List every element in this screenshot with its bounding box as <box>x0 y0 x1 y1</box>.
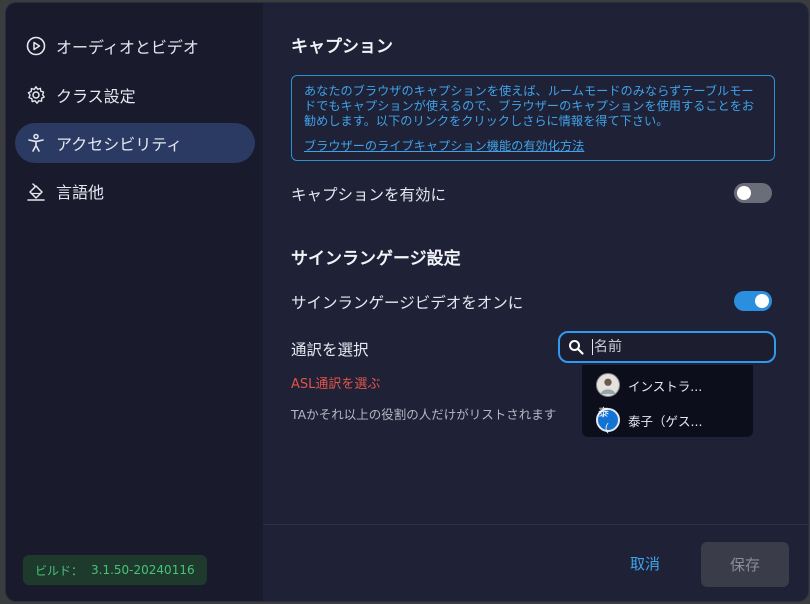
language-icon <box>26 181 46 201</box>
sign-language-heading: サインランゲージ設定 <box>291 249 461 269</box>
gear-icon <box>26 85 46 105</box>
interpreter-select-label: 通訳を選択 <box>291 341 369 359</box>
dialog-footer: 取消 保存 <box>263 524 808 601</box>
sidebar-item-label: アクセシビリティ <box>56 135 183 154</box>
sidebar-item-label: オーディオとビデオ <box>56 38 199 57</box>
interpreter-option-name: インストラ... <box>628 378 703 394</box>
build-badge: ビルド： 3.1.50-20240116 <box>23 555 207 585</box>
sidebar-item-accessibility[interactable]: アクセシビリティ <box>15 123 255 163</box>
avatar: 泰（ <box>596 406 620 435</box>
sidebar: オーディオとビデオ クラス設定 アクセシビリティ 言語他 ビルド： 3.1.50… <box>6 3 263 601</box>
cancel-button[interactable]: 取消 <box>615 545 675 581</box>
play-circle-icon <box>26 36 46 56</box>
interpreter-search-input[interactable] <box>592 339 754 355</box>
build-version: 3.1.50-20240116 <box>91 563 195 577</box>
interpreter-option-name: 泰子（ゲス... <box>628 413 703 429</box>
build-label: ビルド： <box>35 563 84 578</box>
search-icon <box>569 340 584 355</box>
user-photo-icon <box>600 378 616 395</box>
asl-interpreter-link[interactable]: ASL通訳を選ぶ <box>291 373 380 392</box>
avatar <box>596 373 620 397</box>
toggle-knob <box>755 294 769 308</box>
sidebar-item-label: クラス設定 <box>56 87 136 106</box>
interpreter-option[interactable]: インストラ... <box>596 372 702 398</box>
accessibility-icon <box>26 133 46 153</box>
interpreter-search[interactable] <box>558 331 776 363</box>
sign-language-video-toggle[interactable] <box>734 291 772 311</box>
toggle-knob <box>737 186 751 200</box>
enable-caption-toggle[interactable] <box>734 183 772 203</box>
sign-language-video-label: サインランゲージビデオをオンに <box>291 294 524 312</box>
sidebar-item-audio-video[interactable]: オーディオとビデオ <box>15 26 255 66</box>
interpreter-option[interactable]: 泰（ 泰子（ゲス... <box>596 406 703 435</box>
caption-info-box: あなたのブラウザのキャプションを使えば、ルームモードのみならずテーブルモードでも… <box>291 75 775 161</box>
caption-info-text: あなたのブラウザのキャプションを使えば、ルームモードのみならずテーブルモードでも… <box>304 84 755 128</box>
enable-caption-label: キャプションを有効に <box>291 186 447 204</box>
settings-dialog: オーディオとビデオ クラス設定 アクセシビリティ 言語他 ビルド： 3.1.50… <box>6 3 808 601</box>
interpreter-dropdown: インストラ... 泰（ 泰子（ゲス... <box>582 365 753 437</box>
interpreter-hint: TAかそれ以上の役割の人だけがリストされます <box>291 407 557 422</box>
sidebar-item-language[interactable]: 言語他 <box>15 171 255 211</box>
live-caption-link[interactable]: ブラウザーのライブキャプション機能の有効化方法 <box>304 139 584 154</box>
caption-heading: キャプション <box>291 37 393 57</box>
accessibility-panel: キャプション あなたのブラウザのキャプションを使えば、ルームモードのみならずテー… <box>263 3 808 524</box>
sidebar-item-class-settings[interactable]: クラス設定 <box>15 75 255 115</box>
save-button[interactable]: 保存 <box>701 542 789 587</box>
sidebar-item-label: 言語他 <box>56 183 105 202</box>
